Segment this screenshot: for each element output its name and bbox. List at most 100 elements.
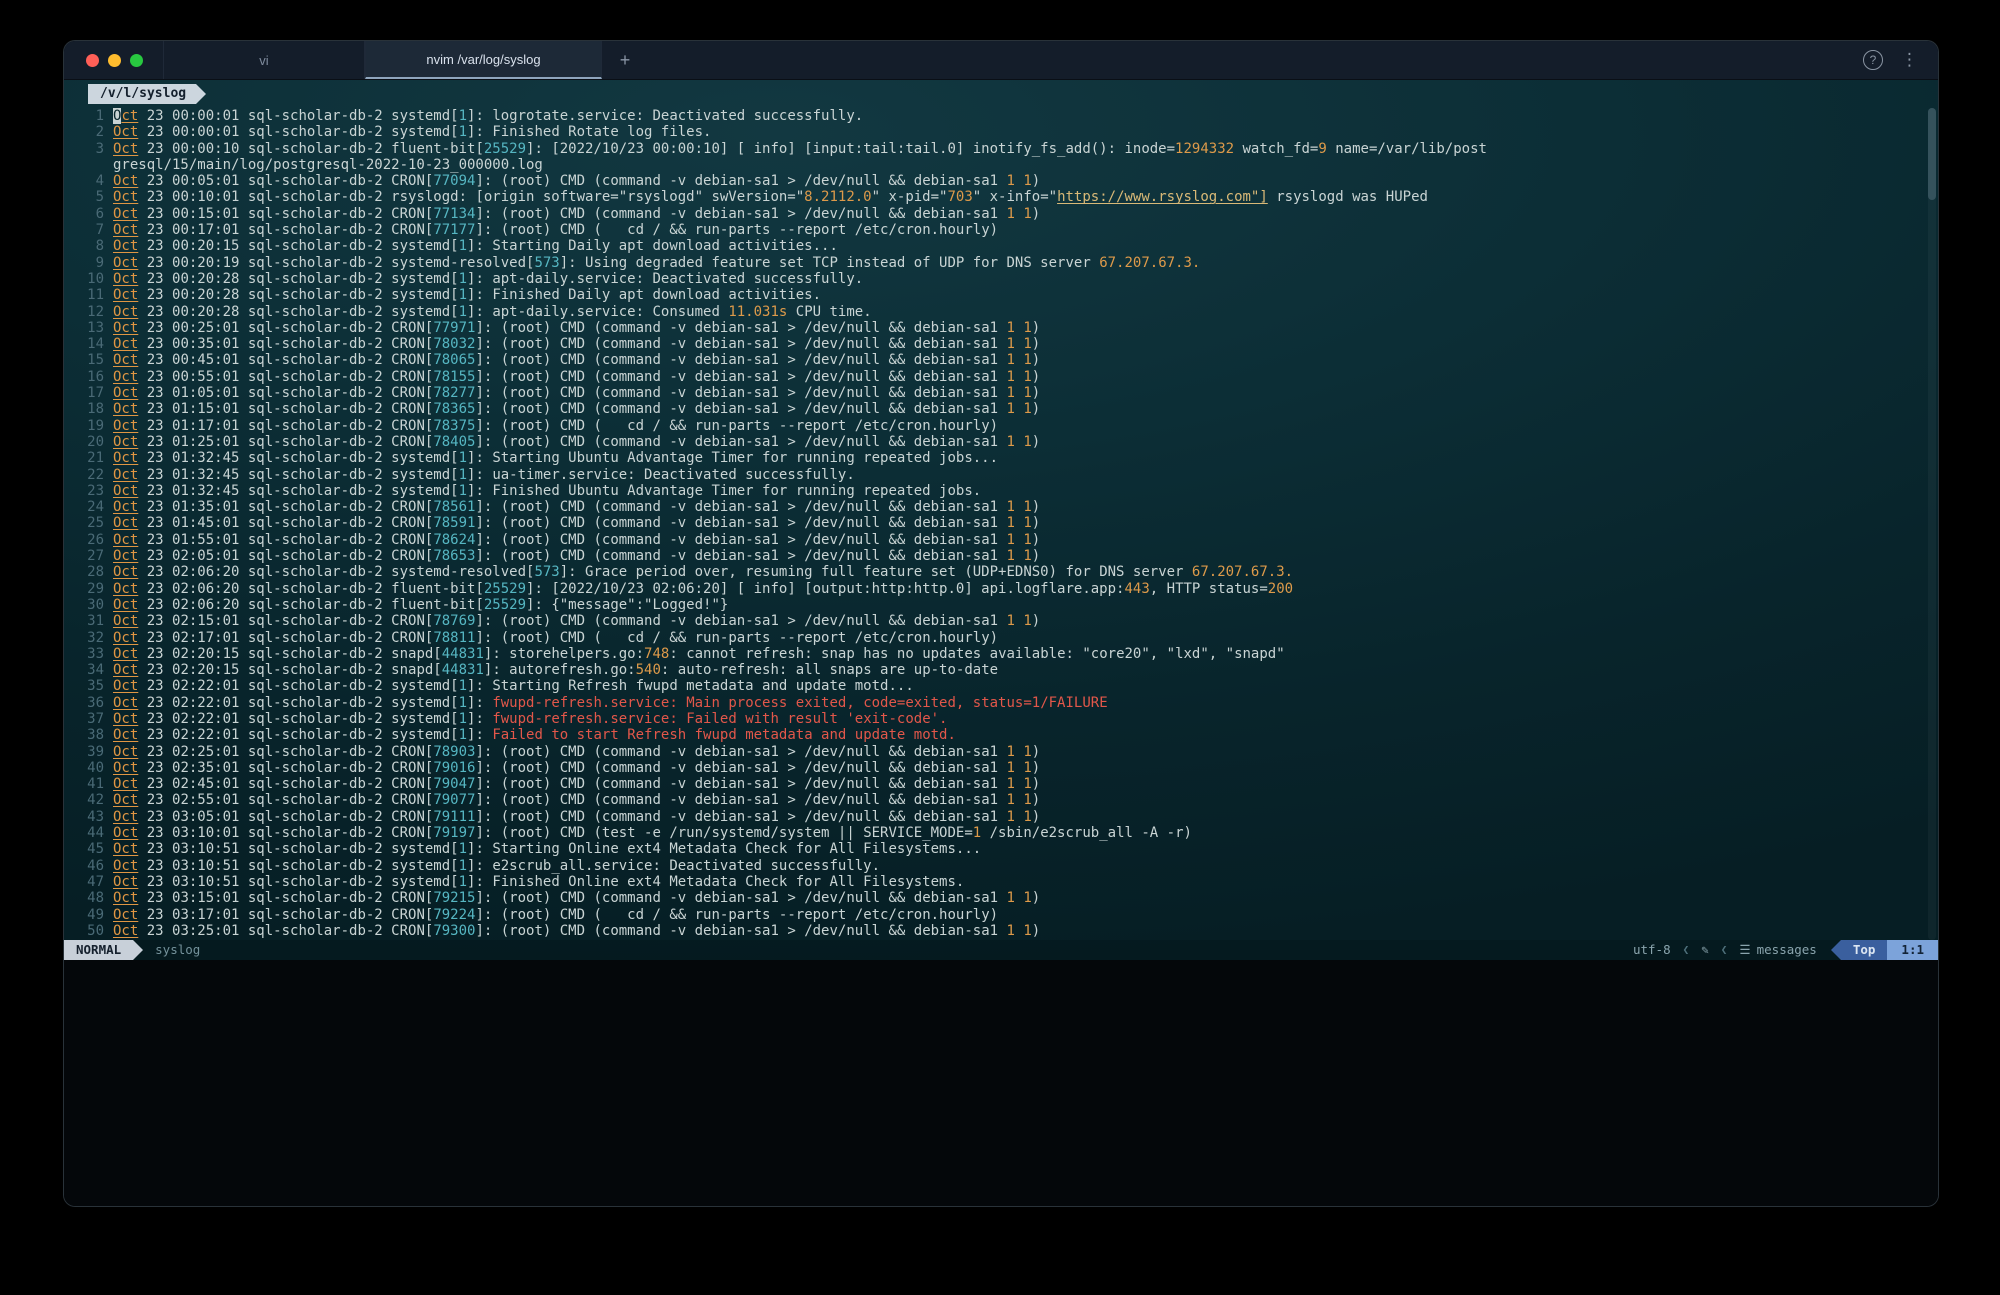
log-line-text: Oct 23 03:17:01 sql-scholar-db-2 CRON[79…: [113, 907, 998, 923]
line-number: 23: [78, 483, 104, 499]
line-number: 45: [78, 841, 104, 857]
log-line-text: Oct 23 02:35:01 sql-scholar-db-2 CRON[79…: [113, 760, 1040, 776]
log-buffer[interactable]: 1Oct 23 00:00:01 sql-scholar-db-2 system…: [64, 108, 1938, 940]
log-row: 34 Oct 23 02:20:15 sql-scholar-db-2 snapd…: [64, 662, 1938, 678]
log-line-text: Oct 23 01:35:01 sql-scholar-db-2 CRON[78…: [113, 499, 1040, 515]
line-number: 17: [78, 385, 104, 401]
log-line-text: Oct 23 02:20:15 sql-scholar-db-2 snapd[4…: [113, 662, 998, 678]
line-number: 44: [78, 825, 104, 841]
scrollbar-thumb[interactable]: [1928, 108, 1936, 200]
log-row: 48Oct 23 03:15:01 sql-scholar-db-2 CRON[…: [64, 890, 1938, 906]
line-number: 11: [78, 287, 104, 303]
line-number: 34: [78, 662, 104, 678]
line-number: 31: [78, 613, 104, 629]
help-icon[interactable]: ?: [1863, 50, 1883, 70]
traffic-lights: [64, 41, 163, 79]
line-number: 41: [78, 776, 104, 792]
line-number: 5: [78, 189, 104, 205]
log-row: 8 Oct 23 00:20:15 sql-scholar-db-2 system…: [64, 238, 1938, 254]
line-number: 39: [78, 744, 104, 760]
log-row: 15Oct 23 00:45:01 sql-scholar-db-2 CRON[…: [64, 352, 1938, 368]
log-row: 31Oct 23 02:15:01 sql-scholar-db-2 CRON[…: [64, 613, 1938, 629]
line-number: 9: [78, 255, 104, 271]
log-line-text: Oct 23 02:55:01 sql-scholar-db-2 CRON[79…: [113, 792, 1040, 808]
log-row: 39Oct 23 02:25:01 sql-scholar-db-2 CRON[…: [64, 744, 1938, 760]
terminal-window: vi nvim /var/log/syslog + ? ⋮ /v/l/syslo…: [63, 40, 1939, 1207]
log-row: 27 Oct 23 02:05:01 sql-scholar-db-2 CRON[…: [64, 548, 1938, 564]
line-number: 13: [78, 320, 104, 336]
menu-icon[interactable]: ⋮: [1899, 50, 1920, 70]
log-line-text: gresql/15/main/log/postgresql-2022-10-23…: [113, 157, 543, 173]
log-line-text: Oct 23 01:15:01 sql-scholar-db-2 CRON[78…: [113, 401, 1040, 417]
line-number: 29: [78, 581, 104, 597]
list-icon: ☰: [1739, 940, 1750, 960]
log-line-text: Oct 23 00:25:01 sql-scholar-db-2 CRON[77…: [113, 320, 1040, 336]
line-number: 10: [78, 271, 104, 287]
log-row: 49Oct 23 03:17:01 sql-scholar-db-2 CRON[…: [64, 907, 1938, 923]
log-row: 21Oct 23 01:32:45 sql-scholar-db-2 syste…: [64, 450, 1938, 466]
log-row: 33Oct 23 02:20:15 sql-scholar-db-2 snapd…: [64, 646, 1938, 662]
log-line-text: Oct 23 01:45:01 sql-scholar-db-2 CRON[78…: [113, 515, 1040, 531]
line-number: 47: [78, 874, 104, 890]
log-row: 10 Oct 23 00:20:28 sql-scholar-db-2 syste…: [64, 271, 1938, 287]
line-number: 48: [78, 890, 104, 906]
close-button[interactable]: [86, 54, 99, 67]
log-row: 7Oct 23 00:17:01 sql-scholar-db-2 CRON[7…: [64, 222, 1938, 238]
log-line-text: Oct 23 00:00:01 sql-scholar-db-2 systemd…: [113, 124, 711, 140]
tab-vi[interactable]: vi: [163, 41, 365, 79]
log-line-text: Oct 23 03:10:51 sql-scholar-db-2 systemd…: [113, 841, 981, 857]
log-row: 41Oct 23 02:45:01 sql-scholar-db-2 CRON[…: [64, 776, 1938, 792]
log-line-text: Oct 23 02:22:01 sql-scholar-db-2 systemd…: [113, 678, 914, 694]
tab-nvim-syslog[interactable]: nvim /var/log/syslog: [365, 41, 602, 79]
log-row: 13 Oct 23 00:25:01 sql-scholar-db-2 CRON[…: [64, 320, 1938, 336]
line-number: 33: [78, 646, 104, 662]
log-line-text: Oct 23 00:20:15 sql-scholar-db-2 systemd…: [113, 238, 838, 254]
titlebar: vi nvim /var/log/syslog + ? ⋮: [64, 41, 1938, 80]
log-line-text: Oct 23 00:20:19 sql-scholar-db-2 systemd…: [113, 255, 1200, 271]
log-row: 5 Oct 23 00:10:01 sql-scholar-db-2 rsyslo…: [64, 189, 1938, 205]
line-number: 25: [78, 515, 104, 531]
log-line-text: Oct 23 02:22:01 sql-scholar-db-2 systemd…: [113, 695, 1108, 711]
cursor-position-badge: 1:1: [1887, 940, 1938, 960]
log-line-text: Oct 23 02:05:01 sql-scholar-db-2 CRON[78…: [113, 548, 1040, 564]
titlebar-icons: ? ⋮: [1863, 41, 1938, 79]
line-number: 28: [78, 564, 104, 580]
line-number: 32: [78, 630, 104, 646]
maximize-button[interactable]: [130, 54, 143, 67]
line-number: 4: [78, 173, 104, 189]
mode-arrow-icon: [133, 940, 143, 960]
log-row: 47Oct 23 03:10:51 sql-scholar-db-2 syste…: [64, 874, 1938, 890]
line-number: 40: [78, 760, 104, 776]
line-number: 7: [78, 222, 104, 238]
line-number: 16: [78, 369, 104, 385]
log-row: 19Oct 23 01:17:01 sql-scholar-db-2 CRON[…: [64, 418, 1938, 434]
log-line-text: Oct 23 00:05:01 sql-scholar-db-2 CRON[77…: [113, 173, 1040, 189]
nvim-screen: /v/l/syslog 1Oct 23 00:00:01 sql-scholar…: [64, 80, 1938, 960]
log-row: 36Oct 23 02:22:01 sql-scholar-db-2 syste…: [64, 695, 1938, 711]
minimize-button[interactable]: [108, 54, 121, 67]
window-empty-area: [64, 960, 1938, 1206]
pencil-icon: ✎: [1701, 940, 1709, 960]
new-tab-button[interactable]: +: [602, 41, 648, 79]
tab-vi-label: vi: [259, 53, 268, 68]
log-row: 4 Oct 23 00:05:01 sql-scholar-db-2 CRON[7…: [64, 173, 1938, 189]
log-row: 30Oct 23 02:06:20 sql-scholar-db-2 fluen…: [64, 597, 1938, 613]
log-row: 18Oct 23 01:15:01 sql-scholar-db-2 CRON[…: [64, 401, 1938, 417]
messages-indicator: messages: [1757, 940, 1817, 960]
line-number: 8: [78, 238, 104, 254]
log-row: 28Oct 23 02:06:20 sql-scholar-db-2 syste…: [64, 564, 1938, 580]
log-line-text: Oct 23 02:22:01 sql-scholar-db-2 systemd…: [113, 711, 947, 727]
log-line-text: Oct 23 01:32:45 sql-scholar-db-2 systemd…: [113, 467, 855, 483]
scrollbar-track[interactable]: [1928, 108, 1936, 940]
desktop: vi nvim /var/log/syslog + ? ⋮ /v/l/syslo…: [0, 0, 2000, 1295]
log-line-text: Oct 23 00:20:28 sql-scholar-db-2 systemd…: [113, 271, 863, 287]
log-row: 11Oct 23 00:20:28 sql-scholar-db-2 syste…: [64, 287, 1938, 303]
log-row: 43Oct 23 03:05:01 sql-scholar-db-2 CRON[…: [64, 809, 1938, 825]
log-line-text: Oct 23 00:45:01 sql-scholar-db-2 CRON[78…: [113, 352, 1040, 368]
line-number: 27: [78, 548, 104, 564]
log-line-text: Oct 23 00:10:01 sql-scholar-db-2 rsyslog…: [113, 189, 1428, 205]
log-line-text: Oct 23 03:10:51 sql-scholar-db-2 systemd…: [113, 858, 880, 874]
log-line-text: Oct 23 00:20:28 sql-scholar-db-2 systemd…: [113, 304, 872, 320]
log-row: 2Oct 23 00:00:01 sql-scholar-db-2 system…: [64, 124, 1938, 140]
line-number: 14: [78, 336, 104, 352]
